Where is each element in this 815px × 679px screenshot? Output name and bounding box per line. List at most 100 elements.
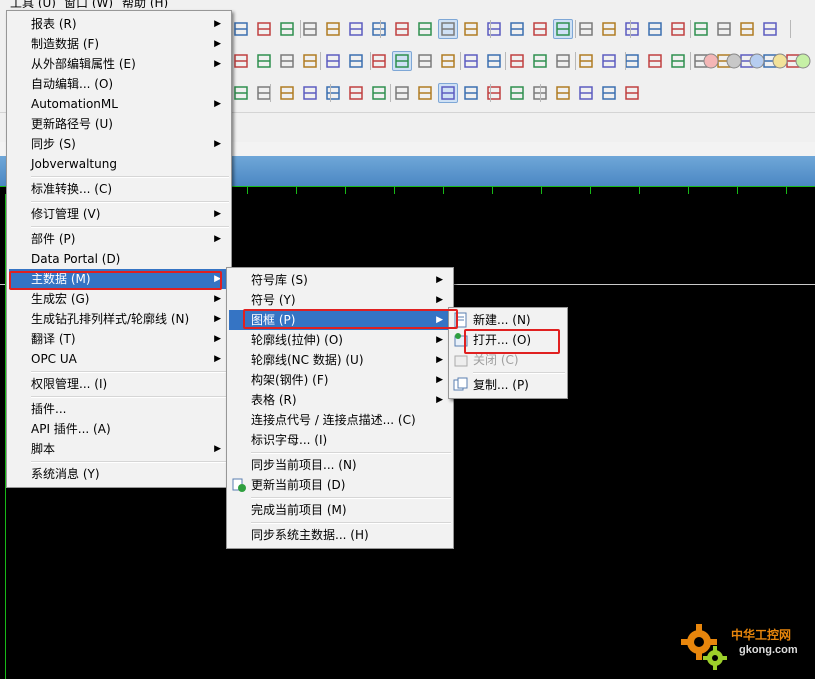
toolbar-button[interactable]: [255, 52, 273, 70]
tools-menu-item[interactable]: 脚本 ▶: [9, 439, 229, 459]
masterdata-menu-item[interactable]: 表格 (R) ▶: [229, 390, 451, 410]
toolbar-button[interactable]: [438, 83, 458, 103]
toolbar-button[interactable]: [347, 52, 365, 70]
toolbar-button[interactable]: [761, 20, 779, 38]
toolbar-button[interactable]: [370, 84, 388, 102]
tools-menu-item[interactable]: 插件...: [9, 399, 229, 419]
masterdata-menu-item[interactable]: 符号库 (S) ▶: [229, 270, 451, 290]
frame-menu-item[interactable]: 关闭 (C): [451, 350, 565, 370]
tools-menu-item[interactable]: 自动编辑... (O): [9, 74, 229, 94]
tools-menu-item[interactable]: 更新路径号 (U): [9, 114, 229, 134]
toolbar-button[interactable]: [324, 84, 342, 102]
tools-menu-item[interactable]: 部件 (P) ▶: [9, 229, 229, 249]
toolbar-button[interactable]: [370, 52, 388, 70]
toolbar-button[interactable]: [646, 52, 664, 70]
toolbar-button[interactable]: [438, 19, 458, 39]
toolbar-button[interactable]: [232, 20, 250, 38]
toolbar-button[interactable]: [392, 51, 412, 71]
tools-menu-item[interactable]: 制造数据 (F) ▶: [9, 34, 229, 54]
tools-menu-item[interactable]: Jobverwaltung: [9, 154, 229, 174]
tools-menu-item[interactable]: 同步 (S) ▶: [9, 134, 229, 154]
masterdata-menu-item[interactable]: 轮廓线(NC 数据) (U) ▶: [229, 350, 451, 370]
toolbar-button[interactable]: [278, 52, 296, 70]
toolbar-button[interactable]: [531, 52, 549, 70]
tools-menu-item[interactable]: 主数据 (M) ▶: [9, 269, 229, 289]
toolbar-button[interactable]: [255, 20, 273, 38]
frame-menu-item[interactable]: 复制... (P): [451, 375, 565, 395]
tools-menu-item[interactable]: API 插件... (A): [9, 419, 229, 439]
toolbar-button[interactable]: [416, 84, 434, 102]
toolbar-button[interactable]: [600, 20, 618, 38]
tools-menu-item[interactable]: 生成宏 (G) ▶: [9, 289, 229, 309]
toolbar-button[interactable]: [669, 52, 687, 70]
toolbar-button[interactable]: [393, 20, 411, 38]
tools-menu-item[interactable]: 权限管理... (I): [9, 374, 229, 394]
toolbar-button[interactable]: [416, 52, 434, 70]
masterdata-menu-item[interactable]: 轮廓线(拉伸) (O) ▶: [229, 330, 451, 350]
toolbar-button[interactable]: [347, 84, 365, 102]
toolbar-button[interactable]: [462, 20, 480, 38]
tools-menu-item[interactable]: 修订管理 (V) ▶: [9, 204, 229, 224]
toolbar-button[interactable]: [623, 20, 641, 38]
tools-menu-item[interactable]: AutomationML ▶: [9, 94, 229, 114]
toolbar-button[interactable]: [577, 20, 595, 38]
toolbar-button[interactable]: [646, 20, 664, 38]
toolbar-button[interactable]: [577, 84, 595, 102]
shape-button[interactable]: [771, 52, 789, 70]
toolbar-button[interactable]: [554, 84, 572, 102]
menu-tools[interactable]: 工具 (U): [10, 0, 56, 8]
toolbar-button[interactable]: [232, 84, 250, 102]
frame-menu-item[interactable]: 打开... (O): [451, 330, 565, 350]
menu-help[interactable]: 帮助 (H): [122, 0, 168, 8]
masterdata-menu-item[interactable]: 构架(钢件) (F) ▶: [229, 370, 451, 390]
shape-button[interactable]: [748, 52, 766, 70]
toolbar-button[interactable]: [278, 20, 296, 38]
toolbar-button[interactable]: [738, 20, 756, 38]
toolbar-button[interactable]: [324, 52, 342, 70]
menu-window[interactable]: 窗口 (W): [64, 0, 113, 8]
tools-menu-item[interactable]: 报表 (R) ▶: [9, 14, 229, 34]
tools-menu-item[interactable]: 翻译 (T) ▶: [9, 329, 229, 349]
toolbar-button[interactable]: [416, 20, 434, 38]
toolbar-button[interactable]: [347, 20, 365, 38]
masterdata-menu-item[interactable]: 同步当前项目... (N): [229, 455, 451, 475]
toolbar-button[interactable]: [508, 52, 526, 70]
tools-menu-item[interactable]: 标准转换... (C): [9, 179, 229, 199]
tools-menu-item[interactable]: 从外部编辑属性 (E) ▶: [9, 54, 229, 74]
masterdata-menu-item[interactable]: 更新当前项目 (D): [229, 475, 451, 495]
toolbar-button[interactable]: [508, 84, 526, 102]
toolbar-button[interactable]: [600, 84, 618, 102]
toolbar-button[interactable]: [278, 84, 296, 102]
toolbar-button[interactable]: [370, 20, 388, 38]
tools-menu-item[interactable]: 系统消息 (Y): [9, 464, 229, 484]
tools-menu-item[interactable]: OPC UA ▶: [9, 349, 229, 369]
toolbar-button[interactable]: [462, 52, 480, 70]
toolbar-button[interactable]: [553, 19, 573, 39]
tools-menu-item[interactable]: 生成钻孔排列样式/轮廓线 (N) ▶: [9, 309, 229, 329]
shape-button[interactable]: [725, 52, 743, 70]
masterdata-menu-item[interactable]: 图框 (P) ▶: [229, 310, 451, 330]
toolbar-button[interactable]: [554, 52, 572, 70]
toolbar-button[interactable]: [715, 20, 733, 38]
toolbar-button[interactable]: [623, 84, 641, 102]
toolbar-button[interactable]: [462, 84, 480, 102]
toolbar-button[interactable]: [439, 52, 457, 70]
toolbar-button[interactable]: [600, 52, 618, 70]
toolbar-button[interactable]: [301, 84, 319, 102]
toolbar-button[interactable]: [393, 84, 411, 102]
toolbar-button[interactable]: [508, 20, 526, 38]
toolbar-button[interactable]: [485, 52, 503, 70]
toolbar-button[interactable]: [301, 52, 319, 70]
toolbar-button[interactable]: [301, 20, 319, 38]
toolbar-button[interactable]: [669, 20, 687, 38]
toolbar-button[interactable]: [232, 52, 250, 70]
frame-menu-item[interactable]: 新建... (N): [451, 310, 565, 330]
toolbar-button[interactable]: [485, 84, 503, 102]
masterdata-menu-item[interactable]: 符号 (Y) ▶: [229, 290, 451, 310]
shape-button[interactable]: [702, 52, 720, 70]
shape-button[interactable]: [794, 52, 812, 70]
toolbar-button[interactable]: [692, 20, 710, 38]
masterdata-menu-item[interactable]: 同步系统主数据... (H): [229, 525, 451, 545]
toolbar-button[interactable]: [577, 52, 595, 70]
toolbar-button[interactable]: [324, 20, 342, 38]
